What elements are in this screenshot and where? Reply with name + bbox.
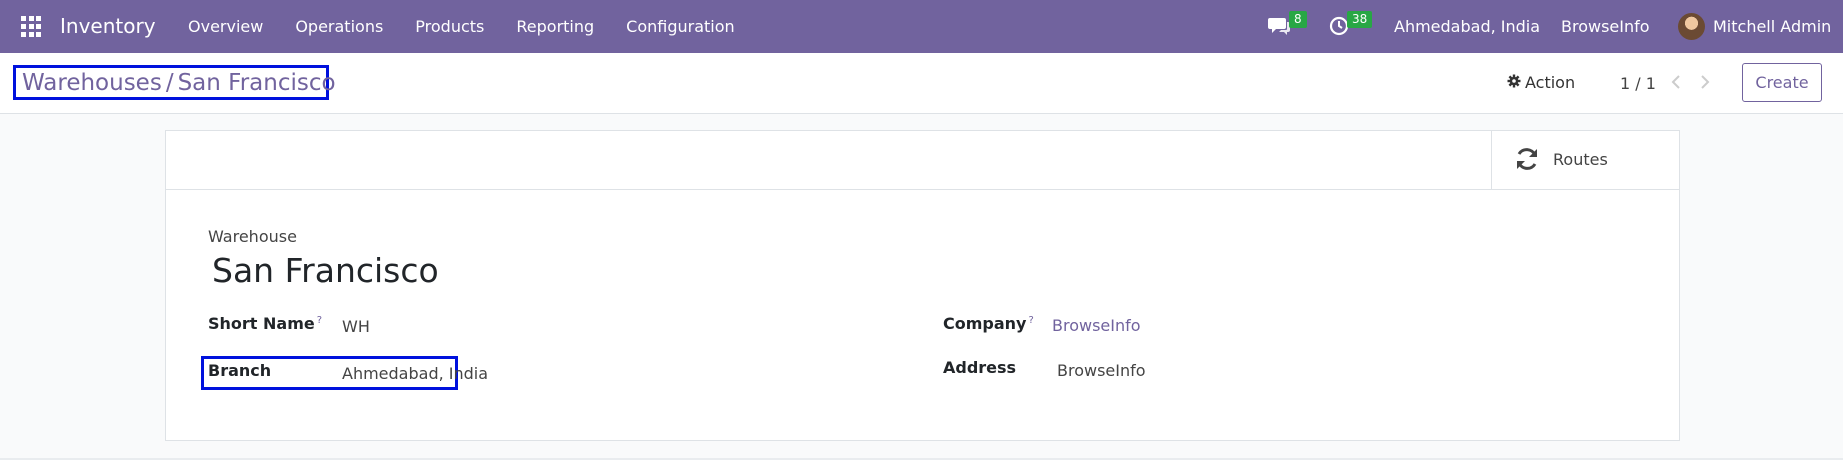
apps-grid-icon[interactable] — [21, 16, 43, 38]
chat-icon[interactable] — [1268, 16, 1290, 40]
short-name-label: Short Name? — [208, 314, 322, 333]
warehouse-name-field[interactable]: San Francisco — [212, 251, 439, 290]
short-name-label-text: Short Name — [208, 314, 315, 333]
company-switcher[interactable]: BrowseInfo — [1561, 17, 1650, 36]
warehouse-label: Warehouse — [208, 227, 297, 246]
address-label: Address — [943, 358, 1017, 377]
action-label: Action — [1525, 73, 1576, 92]
menu-overview[interactable]: Overview — [178, 17, 279, 36]
branch-label: Branch — [208, 361, 272, 380]
chevron-right-icon[interactable] — [1699, 72, 1711, 96]
address-value[interactable]: BrowseInfo — [1057, 361, 1146, 380]
gear-icon — [1507, 73, 1521, 92]
company-help[interactable]: ? — [1028, 315, 1033, 326]
activities-badge: 38 — [1347, 11, 1373, 28]
form-sheet: Routes Warehouse San Francisco Short Nam… — [165, 130, 1680, 441]
breadcrumb-current: San Francisco — [177, 70, 336, 96]
breadcrumb-separator: / — [165, 70, 174, 96]
routes-label: Routes — [1553, 150, 1608, 169]
control-panel: Warehouses / San Francisco Action 1 / 1 Cr… — [0, 53, 1843, 114]
menu-reporting[interactable]: Reporting — [500, 17, 610, 36]
main-menu: Overview Operations Products Reporting C… — [178, 17, 751, 36]
clock-icon[interactable] — [1329, 16, 1349, 40]
messages-badge: 8 — [1289, 11, 1307, 28]
routes-button[interactable]: Routes — [1491, 131, 1679, 189]
branch-switcher[interactable]: Ahmedabad, India — [1394, 17, 1540, 36]
short-name-value[interactable]: WH — [342, 317, 370, 336]
company-value[interactable]: BrowseInfo — [1052, 316, 1141, 335]
app-brand[interactable]: Inventory — [60, 14, 156, 38]
chevron-left-icon[interactable] — [1670, 72, 1682, 96]
user-menu[interactable]: Mitchell Admin — [1713, 17, 1831, 36]
pager-value[interactable]: 1 / 1 — [1620, 74, 1656, 93]
button-box: Routes — [166, 131, 1679, 190]
menu-operations[interactable]: Operations — [279, 17, 399, 36]
branch-value[interactable]: Ahmedabad, India — [342, 364, 488, 383]
create-button[interactable]: Create — [1742, 63, 1822, 102]
refresh-icon — [1514, 146, 1540, 176]
breadcrumb-parent[interactable]: Warehouses — [22, 70, 162, 96]
breadcrumb: Warehouses / San Francisco — [13, 65, 336, 100]
company-label-text: Company — [943, 314, 1027, 333]
avatar[interactable] — [1678, 13, 1705, 40]
menu-configuration[interactable]: Configuration — [610, 17, 751, 36]
company-label: Company? — [943, 314, 1034, 333]
top-navbar: Inventory Overview Operations Products R… — [0, 0, 1843, 53]
menu-products[interactable]: Products — [399, 17, 500, 36]
action-button[interactable]: Action — [1507, 73, 1575, 92]
short-name-help[interactable]: ? — [317, 315, 322, 326]
